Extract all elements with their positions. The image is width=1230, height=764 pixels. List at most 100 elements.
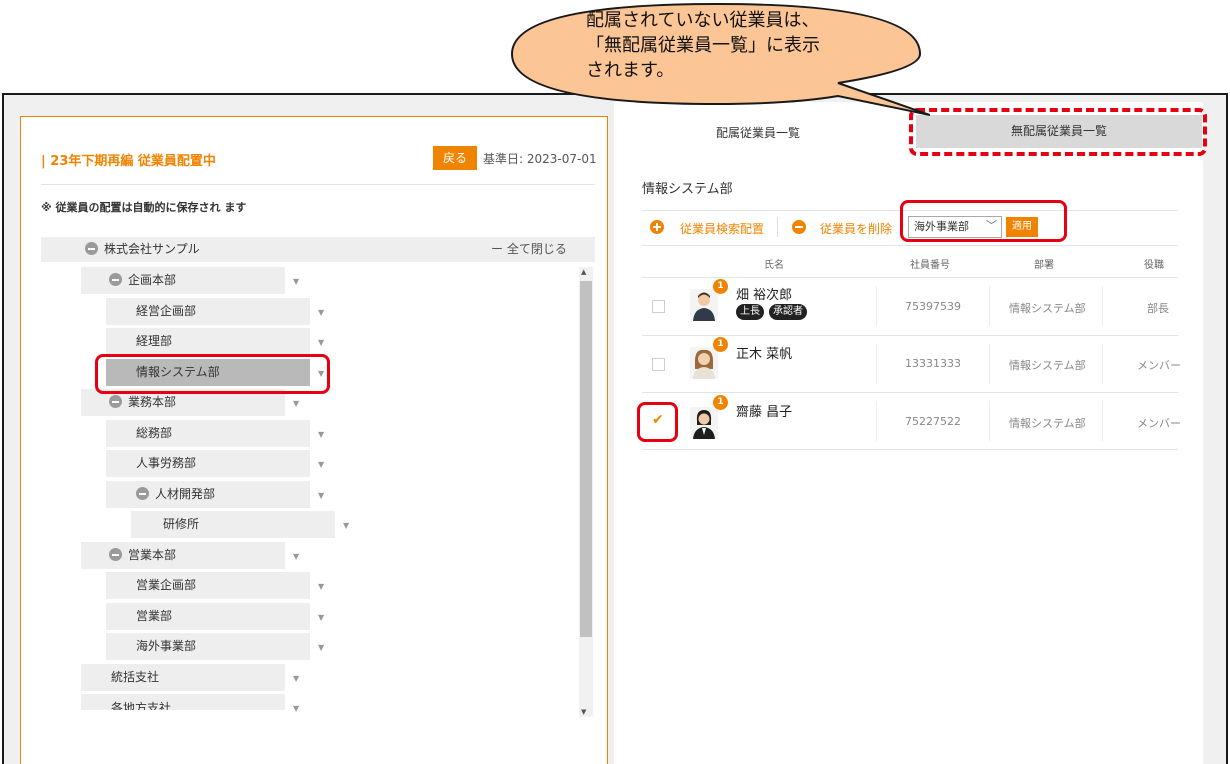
divider: [989, 401, 990, 441]
avatar: [690, 289, 718, 321]
tree-item-jinji[interactable]: 人事労務部: [106, 450, 310, 477]
divider: [876, 344, 877, 384]
tree-item-tokatsu[interactable]: 統括支社: [81, 664, 285, 691]
col-header-role: 役職: [1144, 260, 1164, 271]
tree-item-label: 人事労務部: [136, 456, 197, 470]
tree-item-somu[interactable]: 総務部: [106, 420, 310, 447]
tree-item-label: 人材開発部: [155, 487, 216, 501]
tree-item-jinzai[interactable]: 人材開発部: [106, 481, 310, 508]
divider: [1102, 286, 1103, 326]
chevron-down-icon[interactable]: ▼: [293, 704, 299, 713]
avatar: [690, 347, 718, 379]
plus-circle-icon[interactable]: [650, 220, 664, 234]
divider: [1102, 401, 1103, 441]
row-checkbox[interactable]: [652, 358, 665, 371]
tree-item-keiri[interactable]: 経理部: [106, 328, 310, 355]
tree-root[interactable]: 株式会社サンプル: [85, 237, 200, 262]
tree-item-keiei[interactable]: 経営企画部: [106, 298, 310, 325]
col-header-dept: 部署: [1034, 260, 1054, 271]
tree-item-eigyo-kikaku[interactable]: 営業企画部: [106, 572, 310, 599]
divider: [642, 392, 1178, 393]
chevron-down-icon[interactable]: ▼: [293, 399, 299, 408]
col-header-name: 氏名: [764, 260, 784, 271]
collapse-icon[interactable]: [109, 548, 122, 561]
department-title: 情報システム部: [642, 182, 733, 197]
remove-employee-button[interactable]: 従業員を削除: [820, 220, 892, 237]
divider: [642, 335, 1178, 336]
collapse-icon[interactable]: [136, 487, 149, 500]
chevron-down-icon[interactable]: ▼: [318, 582, 324, 591]
chevron-down-icon[interactable]: ▼: [318, 643, 324, 652]
chevron-down-icon[interactable]: ▼: [318, 308, 324, 317]
employee-number: 75227522: [905, 415, 961, 428]
tree-item-kaigai[interactable]: 海外事業部: [106, 633, 310, 660]
chevron-down-icon[interactable]: ▼: [343, 521, 349, 530]
divider: [989, 344, 990, 384]
collapse-icon[interactable]: [85, 242, 98, 255]
highlight-box: [900, 200, 1067, 242]
tree-item-label: 統括支社: [111, 670, 160, 684]
divider: [41, 184, 595, 185]
chevron-down-icon[interactable]: ▼: [293, 277, 299, 286]
tree-item-label: 研修所: [163, 517, 200, 531]
employee-number: 13331333: [905, 357, 961, 370]
highlight-box: [95, 354, 330, 394]
tree-item-label: 海外事業部: [136, 639, 197, 653]
autosave-note: ※ 従業員の配置は自動的に保存され ます: [41, 201, 247, 214]
chevron-down-icon[interactable]: ▼: [318, 491, 324, 500]
tree-item-label: 総務部: [136, 426, 173, 440]
employee-dept: 情報システム部: [1009, 302, 1086, 315]
chevron-down-icon[interactable]: ▼: [318, 460, 324, 469]
role-tag: 承認者: [769, 304, 807, 320]
scroll-up-icon[interactable]: ▲: [581, 268, 586, 276]
collapse-all-button[interactable]: ー 全て閉じる: [491, 237, 567, 262]
tree-item-eigyo-honbu[interactable]: 営業本部: [81, 542, 285, 569]
notification-badge: 1: [713, 395, 728, 410]
collapse-icon[interactable]: [109, 273, 122, 286]
employee-number: 75397539: [905, 300, 961, 313]
tree-item-kenshu[interactable]: 研修所: [131, 511, 335, 538]
employee-dept: 情報システム部: [1009, 359, 1086, 372]
divider: [642, 245, 1178, 246]
tree-scrollbar[interactable]: ▲ ▼: [579, 267, 593, 717]
highlight-box: [637, 402, 678, 442]
row-checkbox[interactable]: [652, 300, 665, 313]
search-assign-button[interactable]: 従業員検索配置: [680, 220, 764, 237]
scroll-thumb[interactable]: [580, 281, 592, 637]
chevron-down-icon[interactable]: ▼: [318, 613, 324, 622]
employee-dept: 情報システム部: [1009, 417, 1086, 430]
divider: [642, 277, 1178, 278]
callout-line: されます。: [586, 60, 675, 81]
employee-name[interactable]: 齋藤 昌子: [736, 401, 792, 420]
divider: [989, 286, 990, 326]
employee-name[interactable]: 畑 裕次郎: [736, 284, 792, 303]
minus-circle-icon[interactable]: [792, 220, 806, 234]
tree-item-label: 営業企画部: [136, 578, 197, 592]
divider: [642, 449, 1178, 450]
tree-item-label: 経理部: [136, 334, 173, 348]
callout-line: 「無配属従業員一覧」に表示: [586, 35, 820, 56]
divider: [876, 401, 877, 441]
employee-name[interactable]: 正木 菜帆: [736, 343, 792, 362]
back-button[interactable]: 戻る: [433, 146, 477, 170]
tree-root-row[interactable]: 株式会社サンプル ー 全て閉じる: [41, 237, 595, 262]
tree-root-label: 株式会社サンプル: [104, 242, 200, 256]
tree-item-label: 営業本部: [128, 548, 177, 562]
callout-text: 配属されていない従業員は、 「無配属従業員一覧」に表示 されます。: [586, 8, 820, 83]
tree-item-kikaku[interactable]: 企画本部: [81, 267, 285, 294]
divider: [876, 286, 877, 326]
tree-item-label: 営業部: [136, 609, 173, 623]
tree-item-label: 経営企画部: [136, 304, 197, 318]
notification-badge: 1: [713, 337, 728, 352]
chevron-down-icon[interactable]: ▼: [318, 338, 324, 347]
collapse-icon[interactable]: [109, 395, 122, 408]
chevron-down-icon[interactable]: ▼: [293, 552, 299, 561]
tree-item-chiho[interactable]: 各地方支社: [81, 694, 285, 710]
scroll-down-icon[interactable]: ▼: [581, 708, 586, 716]
tree-item-eigyo[interactable]: 営業部: [106, 603, 310, 630]
chevron-down-icon[interactable]: ▼: [293, 674, 299, 683]
avatar: [690, 407, 718, 439]
org-tree-panel: | 23年下期再編 従業員配置中 戻る 基準日: 2023-07-01 ※ 従業…: [20, 116, 608, 764]
chevron-down-icon[interactable]: ▼: [318, 430, 324, 439]
role-tag: 上長: [736, 304, 764, 320]
